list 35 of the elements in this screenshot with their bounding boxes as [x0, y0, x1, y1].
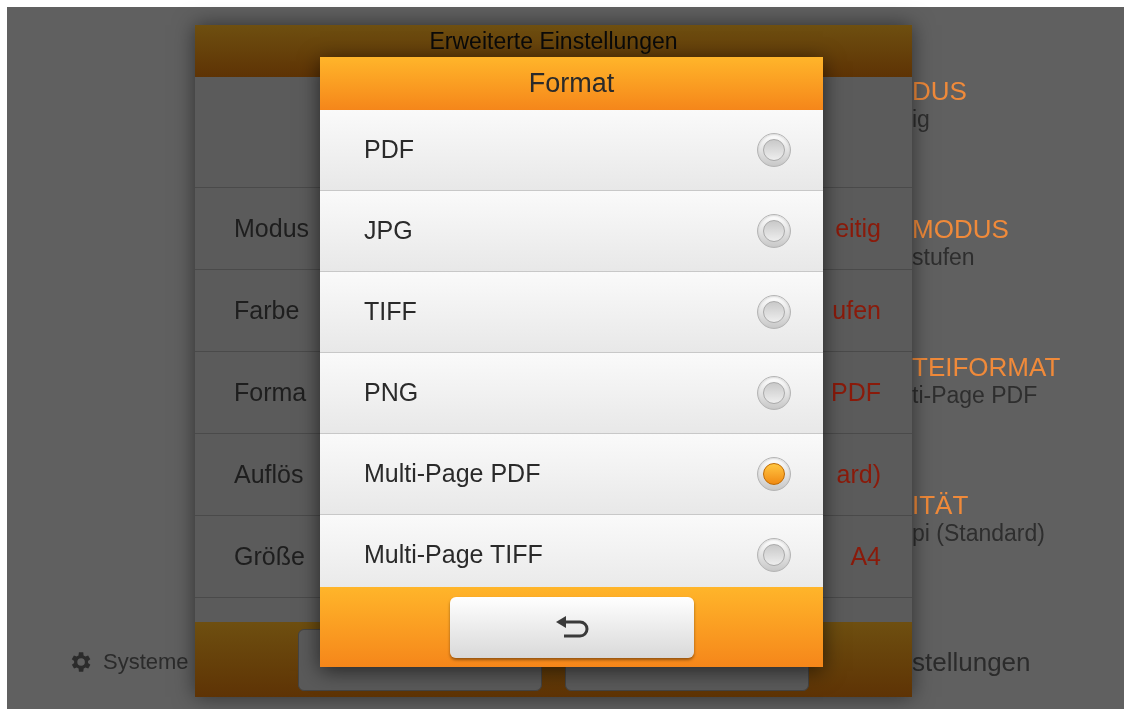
format-option[interactable]: TIFF: [320, 272, 823, 353]
option-label: Multi-Page PDF: [364, 458, 541, 490]
format-option[interactable]: Multi-Page TIFF: [320, 515, 823, 587]
setting-value: ufen: [832, 294, 881, 326]
setting-label: Farbe: [234, 294, 300, 326]
radio-unselected[interactable]: [757, 295, 791, 329]
setting-value: eitig: [835, 212, 881, 244]
summary-title: ITÄT: [912, 491, 970, 519]
setting-label: Auflös: [234, 458, 304, 490]
format-option[interactable]: PNG: [320, 353, 823, 434]
setting-label: Modus: [234, 212, 310, 244]
dialog-title: Erweiterte Einstellungen: [429, 28, 678, 56]
radio-unselected[interactable]: [757, 214, 791, 248]
format-title: Format: [528, 67, 615, 101]
setting-label: Größe: [234, 540, 305, 572]
setting-value: ard): [836, 458, 881, 490]
format-option[interactable]: Multi-Page PDF: [320, 434, 823, 515]
option-label: Multi-Page TIFF: [364, 539, 543, 571]
summary-title: MODUS: [912, 215, 1010, 243]
radio-selected[interactable]: [757, 457, 791, 491]
setting-value: PDF: [831, 376, 881, 408]
option-label: PNG: [364, 377, 419, 409]
radio-unselected[interactable]: [757, 538, 791, 572]
radio-unselected[interactable]: [757, 133, 791, 167]
format-option[interactable]: PDF: [320, 110, 823, 191]
option-label: PDF: [364, 134, 414, 166]
summary-title: TEIFORMAT: [912, 353, 1061, 381]
setting-value: A4: [850, 540, 881, 572]
setting-label: Forma: [234, 376, 307, 408]
option-label: JPG: [364, 215, 413, 247]
back-button[interactable]: [449, 596, 694, 658]
radio-unselected[interactable]: [757, 376, 791, 410]
option-label: TIFF: [364, 296, 417, 328]
format-option[interactable]: JPG: [320, 191, 823, 272]
summary-title: DUS: [912, 77, 968, 105]
